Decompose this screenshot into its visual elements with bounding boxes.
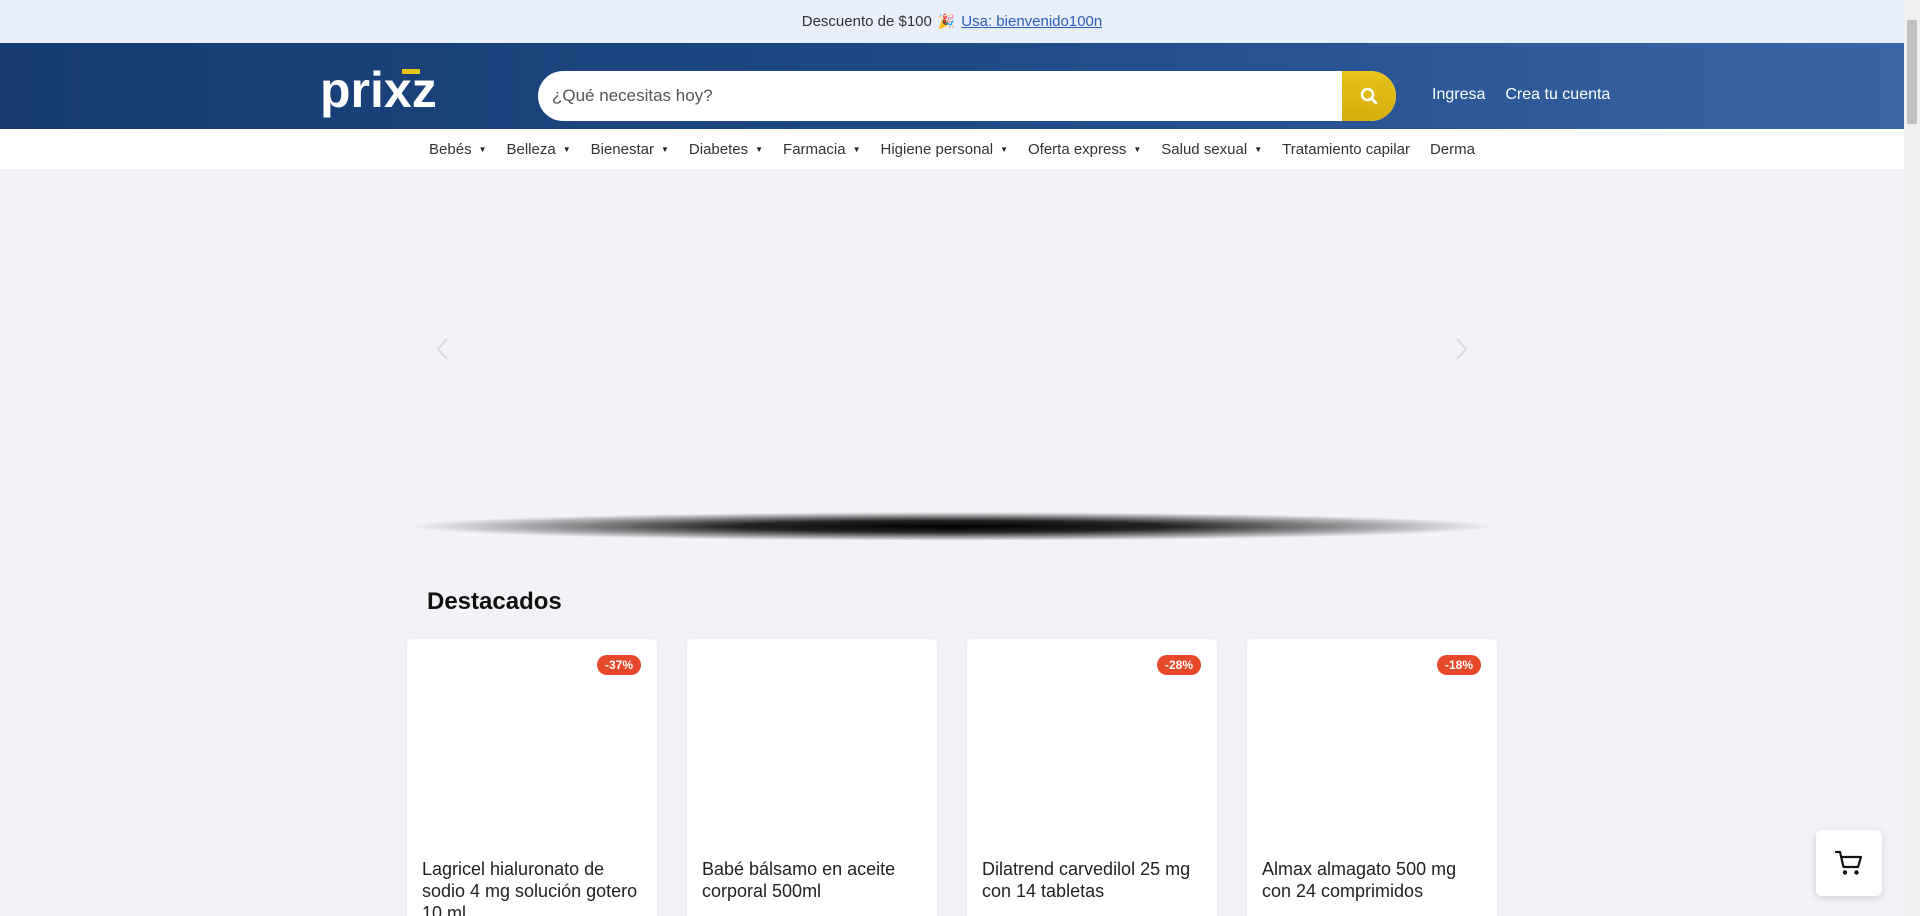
nav-label: Belleza [506, 140, 556, 158]
page-scrollbar[interactable] [1904, 0, 1920, 916]
carousel-shadow [408, 512, 1496, 560]
scrollbar-thumb[interactable] [1907, 20, 1917, 124]
promo-text: Descuento de $100 [801, 13, 932, 30]
caret-down-icon: ▼ [1133, 144, 1142, 154]
hero-carousel [408, 169, 1496, 569]
nav-item-tratamiento-capilar[interactable]: Tratamiento capilar [1282, 141, 1410, 158]
nav-item-diabetes[interactable]: Diabetes ▼ [689, 141, 763, 158]
product-name[interactable]: Dilatrend carvedilol 25 mg con 14 tablet… [982, 858, 1205, 902]
nav-item-derma[interactable]: Derma [1430, 141, 1475, 158]
nav-label: Bienestar [590, 140, 654, 158]
discount-badge: -28% [1156, 655, 1201, 675]
search-input[interactable] [538, 71, 1342, 121]
caret-down-icon: ▼ [1000, 144, 1008, 154]
product-card[interactable]: -28% Dilatrend carvedilol 25 mg con 14 t… [967, 639, 1217, 916]
cart-button[interactable] [1816, 830, 1882, 896]
logo-accent [402, 69, 420, 74]
caret-down-icon: ▼ [562, 144, 571, 154]
product-card[interactable]: -37% Lagricel hialuronato de sodio 4 mg … [407, 639, 657, 916]
prixz-logo[interactable]: prixz [320, 67, 480, 119]
caret-down-icon: ▼ [478, 144, 487, 154]
nav-label: Farmacia [783, 140, 846, 158]
featured-title: Destacados [427, 588, 562, 615]
caret-down-icon: ▼ [852, 144, 861, 154]
category-nav: Bebés ▼ Belleza ▼ Bienestar ▼ Diabetes ▼ Far… [0, 129, 1904, 169]
product-card[interactable]: -18% Almax almagato 500 mg con 24 compri… [1247, 639, 1497, 916]
nav-item-bebes[interactable]: Bebés ▼ [429, 141, 486, 158]
nav-label: Bebés [429, 140, 472, 158]
chevron-right-icon[interactable] [1450, 329, 1474, 369]
site-header: prixz Ingresa Crea tu cuenta [0, 43, 1904, 129]
product-card[interactable]: Babé bálsamo en aceite corporal 500ml [687, 639, 937, 916]
caret-down-icon: ▼ [755, 144, 764, 154]
promo-code-link[interactable]: Usa: bienvenido100n [961, 13, 1102, 30]
logo-text: prixz [320, 67, 437, 118]
nav-label: Higiene personal [880, 140, 994, 158]
account-links: Ingresa Crea tu cuenta [1432, 86, 1610, 104]
party-icon: 🎉 [937, 13, 956, 29]
cart-icon [1834, 850, 1863, 875]
nav-item-higiene-personal[interactable]: Higiene personal ▼ [880, 141, 1008, 158]
featured-products: -37% Lagricel hialuronato de sodio 4 mg … [407, 639, 1497, 916]
product-name[interactable]: Babé bálsamo en aceite corporal 500ml [702, 858, 925, 902]
nav-label: Derma [1429, 140, 1475, 158]
chevron-left-icon[interactable] [430, 329, 454, 369]
caret-down-icon: ▼ [661, 144, 669, 154]
nav-item-farmacia[interactable]: Farmacia ▼ [783, 141, 860, 158]
discount-badge: -18% [1436, 655, 1481, 675]
promo-bar: Descuento de $100 🎉 Usa: bienvenido100n [0, 0, 1904, 43]
nav-label: Salud sexual [1161, 140, 1248, 158]
search-button[interactable] [1342, 71, 1396, 121]
nav-item-oferta-express[interactable]: Oferta express ▼ [1028, 141, 1141, 158]
discount-badge: -37% [596, 655, 641, 675]
search-icon [1360, 87, 1378, 105]
signup-link[interactable]: Crea tu cuenta [1505, 86, 1610, 104]
login-link[interactable]: Ingresa [1432, 86, 1485, 104]
caret-down-icon: ▼ [1254, 144, 1263, 154]
nav-label: Tratamiento capilar [1282, 140, 1410, 158]
product-name[interactable]: Lagricel hialuronato de sodio 4 mg soluc… [422, 858, 645, 916]
nav-item-bienestar[interactable]: Bienestar ▼ [591, 141, 669, 158]
nav-label: Diabetes [688, 140, 749, 158]
search-bar [538, 71, 1396, 121]
nav-label: Oferta express [1027, 140, 1127, 158]
product-name[interactable]: Almax almagato 500 mg con 24 comprimidos [1262, 858, 1485, 902]
nav-item-belleza[interactable]: Belleza ▼ [507, 141, 571, 158]
nav-item-salud-sexual[interactable]: Salud sexual ▼ [1161, 141, 1262, 158]
